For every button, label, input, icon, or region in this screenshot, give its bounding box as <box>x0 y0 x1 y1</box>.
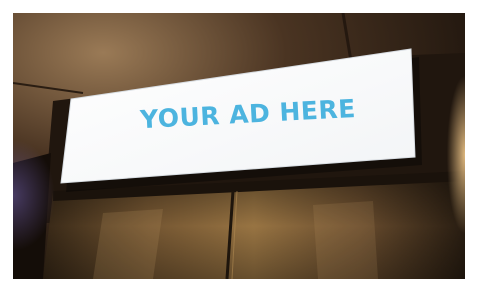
door-reflection <box>313 201 378 279</box>
right-wall-light <box>413 53 465 279</box>
photo-frame: YOUR AD HERE <box>0 0 477 291</box>
elevator-scene <box>13 13 465 279</box>
elevator-photo: YOUR AD HERE <box>13 13 465 279</box>
door-reflection <box>93 209 163 279</box>
